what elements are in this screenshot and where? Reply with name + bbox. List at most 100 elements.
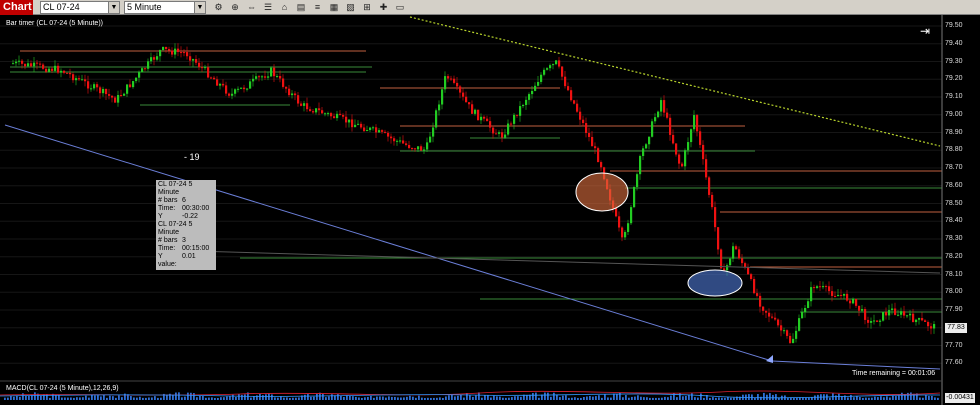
macd-bar <box>637 395 639 400</box>
last-price-tag: 77.83 <box>945 323 967 333</box>
scroll-end-icon[interactable]: ⇥ <box>920 24 930 38</box>
candle <box>375 127 378 133</box>
candle <box>504 134 507 138</box>
candle <box>501 132 504 138</box>
candle <box>534 85 537 91</box>
candle <box>396 140 399 142</box>
macd-bar <box>733 397 735 400</box>
macd-bar <box>889 397 891 400</box>
macd-bar <box>175 392 177 400</box>
candle <box>774 317 777 320</box>
macd-bar <box>514 396 516 400</box>
candle <box>54 65 57 71</box>
chart-toolbar: Chart CL 07-24 ▼ 5 Minute ▼ ⚙ ⊕ ⇔ ☰ ⌂ ▤ ≡ ▦ ▧ ⊞ ✚ ▭ <box>0 0 980 15</box>
macd-bar <box>709 397 711 400</box>
candle <box>843 293 846 296</box>
candle <box>693 115 696 130</box>
macd-bar <box>388 396 390 400</box>
candle <box>357 123 360 125</box>
macd-bar <box>703 397 705 400</box>
toolbar-button[interactable]: ▭ <box>394 1 407 13</box>
candle <box>753 278 756 294</box>
toolbar-button[interactable]: ⇔ <box>245 1 258 13</box>
macd-bar <box>922 397 924 400</box>
candle <box>162 46 165 50</box>
candle <box>933 324 936 329</box>
toolbar-button[interactable]: ☰ <box>262 1 275 13</box>
candle <box>447 76 450 79</box>
macd-bar <box>19 396 21 400</box>
candle <box>768 312 771 317</box>
candle <box>498 132 501 134</box>
macd-bar <box>265 394 267 400</box>
candle <box>600 162 603 168</box>
candle <box>291 93 294 96</box>
candle <box>354 124 357 128</box>
interval-select[interactable]: 5 Minute ▼ <box>124 1 206 14</box>
candle <box>57 65 60 73</box>
toolbar-button[interactable]: ⊕ <box>229 1 242 13</box>
candle <box>207 67 210 78</box>
candle <box>390 136 393 139</box>
candle <box>186 52 189 57</box>
candle <box>198 62 201 68</box>
price-tick-label: 77.70 <box>945 341 963 349</box>
toolbar-button[interactable]: ▦ <box>328 1 341 13</box>
macd-bar <box>364 397 366 400</box>
candle <box>765 310 768 313</box>
toolbar-button[interactable]: ≡ <box>311 1 324 13</box>
macd-bar <box>4 397 6 400</box>
macd-bar <box>646 397 648 400</box>
chevron-down-icon: ▼ <box>194 2 205 13</box>
candle <box>420 146 423 151</box>
candle <box>849 300 852 304</box>
candle <box>552 64 555 66</box>
candle <box>300 103 303 106</box>
macd-bar <box>685 395 687 400</box>
candle <box>249 81 252 89</box>
macd-bar <box>313 396 315 400</box>
macd-bar <box>712 397 714 400</box>
macd-value-tag: -0.00431 <box>945 393 975 403</box>
toolbar-button[interactable]: ⌂ <box>278 1 291 13</box>
candle <box>480 116 483 121</box>
toolbar-button[interactable]: ▤ <box>295 1 308 13</box>
macd-bar <box>208 397 210 400</box>
macd-bar <box>133 397 135 400</box>
macd-bar <box>385 397 387 400</box>
macd-bar <box>769 393 771 400</box>
candle <box>675 143 678 155</box>
candle <box>879 320 882 322</box>
macd-bar <box>847 397 849 400</box>
instrument-select[interactable]: CL 07-24 ▼ <box>40 1 120 14</box>
candle <box>930 326 933 329</box>
toolbar-button[interactable]: ⚙ <box>212 1 225 13</box>
candle <box>516 114 519 116</box>
macd-bar <box>79 397 81 400</box>
candle <box>168 49 171 51</box>
candle <box>393 138 396 142</box>
candle <box>825 286 828 288</box>
macd-bar <box>574 397 576 400</box>
candle <box>351 119 354 128</box>
candle <box>345 116 348 123</box>
toolbar-button[interactable]: ⊞ <box>361 1 374 13</box>
candle <box>876 320 879 322</box>
candle <box>528 94 531 100</box>
candle <box>252 78 255 82</box>
toolbar-button[interactable]: ▧ <box>344 1 357 13</box>
candle <box>189 56 192 61</box>
candle <box>831 291 834 296</box>
macd-bar <box>76 397 78 400</box>
candle <box>360 123 363 128</box>
macd-bar <box>241 394 243 400</box>
macd-bar <box>10 395 12 400</box>
price-chart[interactable] <box>0 15 980 405</box>
candle <box>624 231 627 238</box>
chart-tab[interactable]: Chart <box>0 0 33 15</box>
toolbar-button[interactable]: ✚ <box>377 1 390 13</box>
macd-bar <box>487 395 489 400</box>
candle <box>462 92 465 97</box>
macd-bar <box>727 397 729 400</box>
info-value-bars: 6 <box>182 197 186 204</box>
